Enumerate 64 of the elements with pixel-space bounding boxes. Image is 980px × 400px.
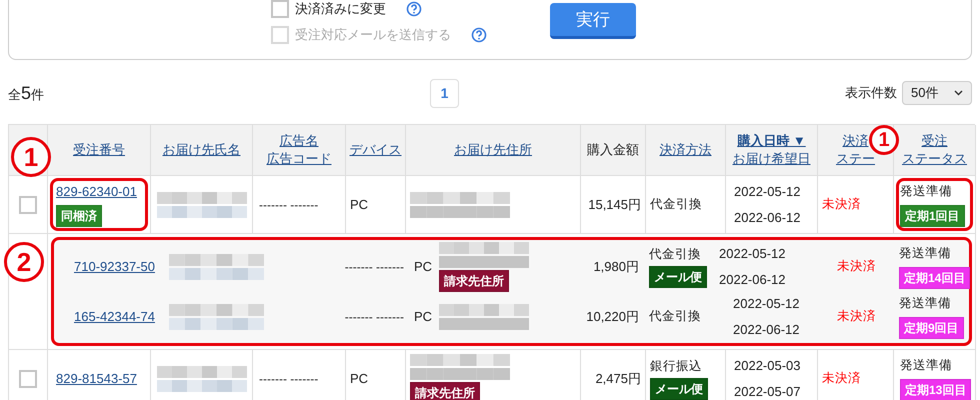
checkbox[interactable] [271,0,289,18]
annotation-marker: 2 [4,242,44,282]
payment-method: 代金引換 [650,196,702,214]
column-header[interactable]: 受注番号 [73,141,125,159]
bundled-tag: 同梱済 [56,205,102,228]
checkbox[interactable] [19,370,37,388]
order-link[interactable]: 829-62340-01 [56,182,137,202]
order-status: 発送準備 [900,357,952,374]
shipping-tag: メール便 [649,266,707,288]
payment-status: 未決済 [837,308,876,326]
amount: 10,220円 [586,308,639,326]
shipping-tag: メール便 [650,378,708,400]
amount: 1,980円 [593,258,639,276]
help-icon [406,1,422,17]
purchase-date: 2022-05-12 [733,295,800,313]
payment-status: 未決済 [822,370,861,388]
device: PC [414,308,434,326]
device: PC [350,196,368,214]
column-header: 購入金額 [587,141,639,159]
address-tag: 請求先住所 [410,382,480,400]
amount: 2,475円 [595,370,641,388]
device: PC [350,370,368,388]
order-status: 発送準備 [899,245,951,262]
caret-icon [954,90,963,96]
delivery-date: 2022-05-07 [734,382,800,400]
payment-status: 未決済 [837,258,876,276]
payment-method: 代金引換 [649,308,701,326]
order-link[interactable]: 710-92337-50 [74,256,155,276]
page-size-label: 表示件数 [845,84,897,102]
purchase-date: 2022-05-12 [719,245,786,263]
column-header[interactable]: 決済方法 [660,141,712,159]
result-count: 全5件 [8,82,46,104]
page-button[interactable]: 1 [430,78,459,108]
ad-code: ------- ------- [344,258,404,276]
status-tag: 定期9回目 [899,316,964,339]
order-status: 発送準備 [899,295,951,312]
execute-button[interactable]: 実行 [550,3,636,39]
order-status: 発送準備 [900,183,952,200]
delivery-date: 2022-06-12 [733,320,800,338]
payment-method: 銀行振込 [650,358,702,375]
option-label: 決済済みに変更 [295,0,386,18]
delivery-date: 2022-06-12 [719,270,786,288]
checkbox[interactable] [19,196,37,214]
column-header[interactable]: デバイス [350,141,402,159]
device: PC [414,258,434,276]
help-icon [471,27,487,43]
ad-code: ------- ------- [259,196,318,214]
status-tag: 定期14回目 [899,266,970,289]
purchase-date: 2022-05-12 [734,183,800,201]
option-label: 受注対応メールを送信する [295,26,451,44]
status-tag: 定期1回目 [900,204,965,227]
order-link[interactable]: 829-81543-57 [56,368,137,388]
column-header[interactable]: 受注 ステータス [902,132,967,168]
page-size-select[interactable]: 50件 [902,81,972,105]
ad-code: ------- ------- [344,308,404,326]
payment-method: 代金引換 [649,246,701,263]
ad-code: ------- ------- [259,370,318,388]
amount: 15,145円 [588,196,641,214]
purchase-date: 2022-05-03 [734,357,800,375]
payment-status: 未決済 [822,196,861,214]
delivery-date: 2022-06-12 [734,208,800,226]
status-tag: 定期13回目 [900,378,972,400]
order-link[interactable]: 165-42344-74 [74,306,155,326]
address-tag: 請求先住所 [439,270,509,292]
